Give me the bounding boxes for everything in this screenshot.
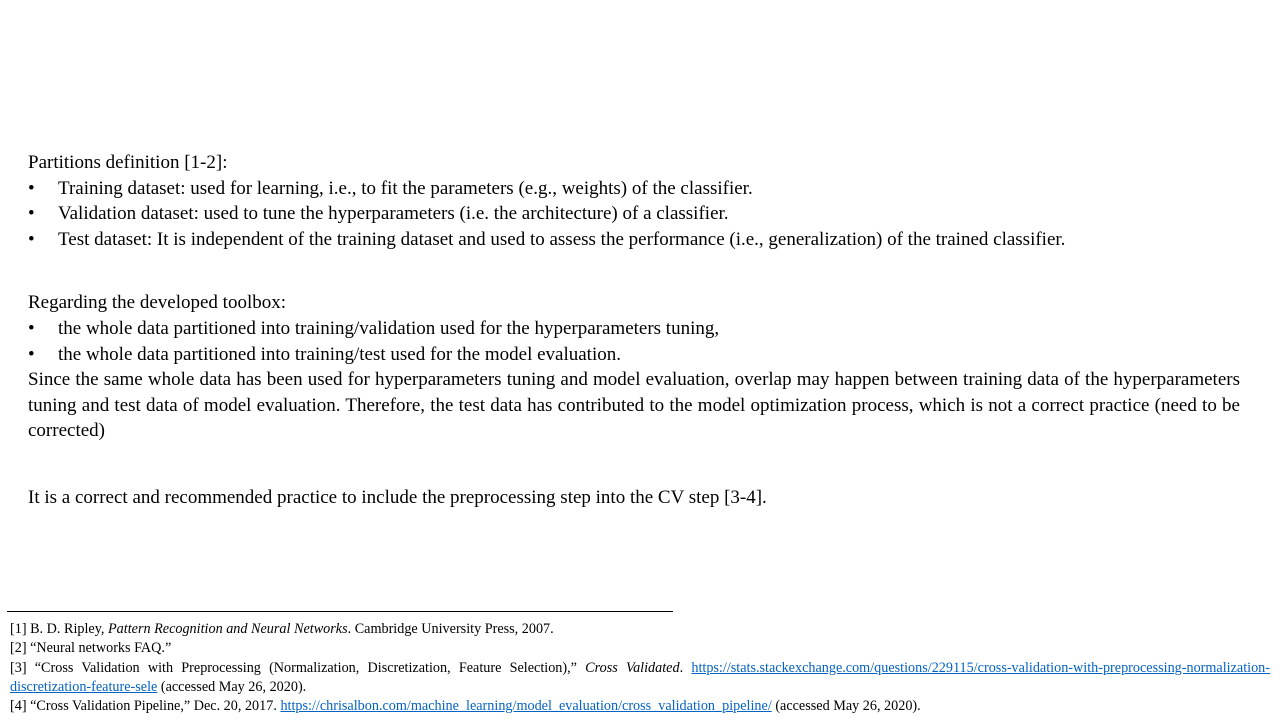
bullet-item-test: • Test dataset: It is independent of the… bbox=[28, 227, 1240, 253]
bullet-text: Test dataset: It is independent of the t… bbox=[58, 228, 1066, 250]
footnote-divider bbox=[7, 611, 673, 612]
bullet-symbol: • bbox=[28, 203, 35, 225]
slide-body: Partitions definition [1-2]: • Training … bbox=[28, 150, 1240, 511]
reference-text: (accessed May 26, 2020). bbox=[157, 678, 307, 695]
bullet-text: the whole data partitioned into training… bbox=[58, 343, 621, 365]
reference-1: [1] B. D. Ripley, Pattern Recognition an… bbox=[10, 620, 1270, 639]
partitions-heading: Partitions definition [1-2]: bbox=[28, 152, 228, 173]
reference-link[interactable]: https://chrisalbon.com/machine_learning/… bbox=[280, 698, 771, 714]
bullet-symbol: • bbox=[28, 343, 35, 365]
bullet-text: Validation dataset: used to tune the hyp… bbox=[58, 203, 729, 225]
reference-text: [1] B. D. Ripley, bbox=[10, 621, 108, 637]
reference-text: . Cambridge University Press, 2007. bbox=[347, 621, 554, 637]
reference-text: (accessed May 26, 2020). bbox=[771, 698, 921, 715]
recommendation-text: It is a correct and recommended practice… bbox=[28, 486, 767, 508]
bullet-symbol: • bbox=[28, 177, 35, 199]
bullet-text: the whole data partitioned into training… bbox=[58, 317, 720, 339]
reference-text: [2] “Neural networks FAQ.” bbox=[10, 640, 172, 657]
bullet-symbol: • bbox=[28, 317, 35, 339]
bullet-item-training: • Training dataset: used for learning, i… bbox=[28, 176, 1240, 202]
bullet-text: Training dataset: used for learning, i.e… bbox=[58, 177, 753, 199]
reference-title-italic: Cross Validated bbox=[585, 659, 680, 676]
reference-title-italic: Pattern Recognition and Neural Networks bbox=[108, 621, 348, 637]
toolbox-heading: Regarding the developed toolbox: bbox=[28, 292, 287, 314]
references-list: [1] B. D. Ripley, Pattern Recognition an… bbox=[10, 620, 1270, 716]
bullet-item-validation: • Validation dataset: used to tune the h… bbox=[28, 201, 1240, 227]
toolbox-paragraph: Since the same whole data has been used … bbox=[28, 369, 1240, 442]
reference-3: [3] “Cross Validation with Preprocessing… bbox=[10, 659, 1270, 698]
reference-text: [3] “Cross Validation with Preprocessing… bbox=[10, 659, 586, 676]
reference-4: [4] “Cross Validation Pipeline,” Dec. 20… bbox=[10, 697, 1270, 716]
bullet-item-training-validation: • the whole data partitioned into traini… bbox=[28, 316, 1240, 342]
reference-text: [4] “Cross Validation Pipeline,” Dec. 20… bbox=[10, 698, 281, 715]
bullet-item-training-test: • the whole data partitioned into traini… bbox=[28, 342, 1240, 368]
bullet-symbol: • bbox=[28, 228, 35, 250]
reference-2: [2] “Neural networks FAQ.” bbox=[10, 639, 1270, 658]
reference-text: . bbox=[679, 659, 692, 676]
